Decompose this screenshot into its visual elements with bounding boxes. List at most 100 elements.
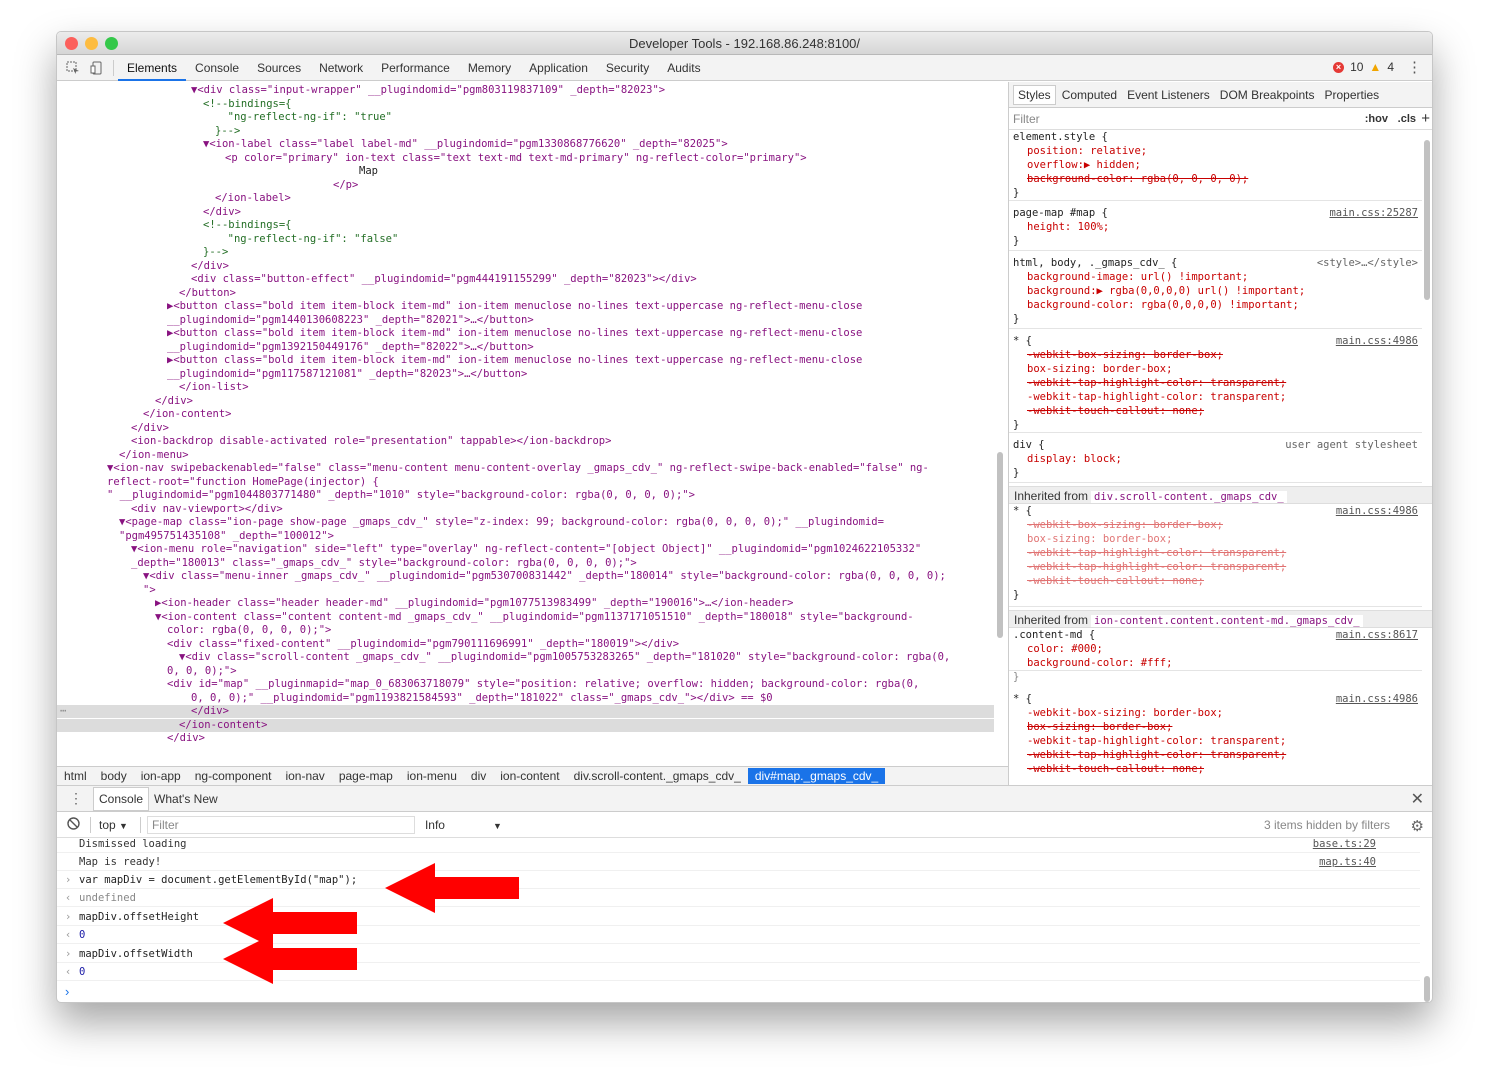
dom-node-line[interactable]: </button> xyxy=(179,287,236,300)
css-rule-line[interactable]: background:▶ rgba(0,0,0,0) url() !import… xyxy=(1027,284,1305,298)
css-rule-line[interactable]: } xyxy=(1013,418,1019,432)
dom-node-line[interactable]: </ion-menu> xyxy=(119,449,189,462)
dom-node-line[interactable]: </ion-label> xyxy=(215,192,291,205)
css-rule-line[interactable]: -webkit-tap-highlight-color: transparent… xyxy=(1027,734,1286,748)
css-source-link[interactable]: main.css:4986 xyxy=(1336,334,1418,348)
device-toggle-icon[interactable] xyxy=(85,56,109,80)
css-rule-line[interactable]: } xyxy=(1013,234,1019,248)
dom-node-line[interactable]: ▼<ion-label class="label label-md" __plu… xyxy=(203,138,728,151)
css-rule-line[interactable]: * { xyxy=(1013,692,1032,706)
css-rule-line[interactable]: -webkit-box-sizing: border-box; xyxy=(1027,518,1223,532)
dom-node-line[interactable]: <div class="fixed-content" __plugindomid… xyxy=(167,638,679,651)
css-rule-line[interactable]: -webkit-tap-highlight-color: transparent… xyxy=(1027,390,1286,404)
hov-button[interactable]: :hov xyxy=(1365,113,1388,125)
css-rule-line[interactable]: box-sizing: border-box; xyxy=(1027,362,1172,376)
tab-security[interactable]: Security xyxy=(597,55,658,81)
breadcrumb-item[interactable]: div.scroll-content._gmaps_cdv_ xyxy=(567,769,748,783)
dom-node-line[interactable]: 0, 0, 0);"> xyxy=(167,665,237,678)
drawer-menu-icon[interactable]: ⋮ xyxy=(69,790,83,807)
css-rule-line[interactable]: height: 100%; xyxy=(1027,220,1109,234)
css-rule-line[interactable]: box-sizing: border-box; xyxy=(1027,720,1172,734)
gear-icon[interactable]: ⚙ xyxy=(1411,817,1424,835)
issue-counts[interactable]: × 10 ▲ 4 xyxy=(1333,60,1394,74)
breadcrumb-item[interactable]: ng-component xyxy=(188,769,279,783)
context-select[interactable]: top ▼ xyxy=(99,818,128,832)
css-rule-line[interactable]: box-sizing: border-box; xyxy=(1027,532,1172,546)
css-source-link[interactable]: main.css:8617 xyxy=(1336,628,1418,642)
css-rule-line[interactable]: } xyxy=(1013,312,1019,326)
dom-node-line[interactable]: </ion-list> xyxy=(179,381,249,394)
inherited-selector[interactable]: div.scroll-content._gmaps_cdv_ xyxy=(1091,491,1287,503)
css-rule-line[interactable]: color: #000; xyxy=(1027,642,1103,656)
drawer-tab-console[interactable]: Console xyxy=(93,786,150,811)
css-rule-line[interactable]: } xyxy=(1013,186,1019,200)
dom-node-line[interactable]: </div> xyxy=(203,206,241,219)
breadcrumb-item[interactable]: body xyxy=(94,769,134,783)
css-rule-line[interactable]: display: block; xyxy=(1027,452,1122,466)
css-rule-line[interactable]: -webkit-touch-callout: none; xyxy=(1027,574,1204,588)
css-rule-line[interactable]: .content-md { xyxy=(1013,628,1095,642)
css-rule-line[interactable]: * { xyxy=(1013,504,1032,518)
console-filter-input[interactable]: Filter xyxy=(146,815,415,834)
drawer-tab-whats-new[interactable]: What's New xyxy=(149,788,223,810)
log-level-select[interactable]: Info ▼ xyxy=(425,818,502,832)
breadcrumb-item[interactable]: html xyxy=(57,769,94,783)
dom-node-line[interactable]: _depth="180013" class="_gmaps_cdv_" styl… xyxy=(131,557,637,570)
dom-node-line[interactable]: ▼<div class="menu-inner _gmaps_cdv_" __p… xyxy=(143,570,946,583)
dom-node-line[interactable]: <div class="button-effect" __plugindomid… xyxy=(191,273,697,286)
css-rule-line[interactable]: background-color: rgba(0,0,0,0) !importa… xyxy=(1027,298,1299,312)
dom-node-line[interactable]: }--> xyxy=(215,125,240,138)
styles-scrollbar[interactable] xyxy=(1424,140,1430,300)
dom-node-line[interactable]: </div> xyxy=(191,260,229,273)
dom-node-line[interactable]: ▼<ion-menu role="navigation" side="left"… xyxy=(131,543,921,556)
elements-tree[interactable]: ▼<div class="input-wrapper" __plugindomi… xyxy=(57,82,1008,766)
css-rule-line[interactable]: div { xyxy=(1013,438,1045,452)
tab-dom-breakpoints[interactable]: DOM Breakpoints xyxy=(1216,86,1319,104)
css-rule-line[interactable]: background-image: url() !important; xyxy=(1027,270,1248,284)
dom-node-line[interactable]: }--> xyxy=(203,246,228,259)
dom-node-line[interactable]: ▼<ion-nav swipebackenabled="false" class… xyxy=(107,462,929,475)
css-rule-line[interactable]: -webkit-tap-highlight-color: transparent… xyxy=(1027,560,1286,574)
dom-node-line[interactable]: <!--bindings={ xyxy=(203,98,292,111)
tab-performance[interactable]: Performance xyxy=(372,55,459,81)
dom-node-line[interactable]: ▶<ion-header class="header header-md" __… xyxy=(155,597,793,610)
breadcrumb-item[interactable]: ion-content xyxy=(493,769,566,783)
source-link[interactable]: base.ts:29 xyxy=(1313,835,1376,853)
styles-filter-input[interactable]: Filter xyxy=(1013,112,1040,126)
dom-node-line[interactable]: </div> xyxy=(57,705,994,718)
dom-node-line[interactable]: </div> xyxy=(155,395,193,408)
dom-node-line[interactable]: </ion-content> xyxy=(143,408,232,421)
css-rule-line[interactable]: position: relative; xyxy=(1027,144,1147,158)
dom-node-line[interactable]: Map xyxy=(359,165,378,178)
css-rule-line[interactable]: } xyxy=(1013,466,1019,480)
css-rule-line[interactable]: -webkit-box-sizing: border-box; xyxy=(1027,706,1223,720)
css-rule-line[interactable]: html, body, ._gmaps_cdv_ { xyxy=(1013,256,1177,270)
dom-node-line[interactable]: ▶<button class="bold item item-block ite… xyxy=(167,327,862,340)
inherited-selector[interactable]: ion-content.content.content-md._gmaps_cd… xyxy=(1091,615,1363,627)
dom-node-line[interactable]: </p> xyxy=(333,179,358,192)
dom-node-line[interactable]: <ion-backdrop disable-activated role="pr… xyxy=(131,435,611,448)
console-prompt[interactable]: › xyxy=(65,984,69,999)
elements-scrollbar[interactable] xyxy=(997,452,1003,638)
css-rule-line[interactable]: -webkit-touch-callout: none; xyxy=(1027,404,1204,418)
dom-node-line[interactable]: __plugindomid="pgm117587121081" _depth="… xyxy=(167,368,527,381)
css-source-link[interactable]: main.css:25287 xyxy=(1329,206,1418,220)
css-rule-line[interactable]: -webkit-tap-highlight-color: transparent… xyxy=(1027,376,1286,390)
close-drawer-icon[interactable]: ✕ xyxy=(1411,789,1424,809)
breadcrumb-item[interactable]: div#map._gmaps_cdv_ xyxy=(747,768,886,784)
dom-node-line[interactable]: " __plugindomid="pgm1044803771480" _dept… xyxy=(107,489,695,502)
dom-node-line[interactable]: ▶<button class="bold item item-block ite… xyxy=(167,354,862,367)
source-link[interactable]: map.ts:40 xyxy=(1319,853,1376,871)
dom-node-line[interactable]: "ng-reflect-ng-if": "true" xyxy=(215,111,392,124)
tab-event-listeners[interactable]: Event Listeners xyxy=(1123,86,1214,104)
breadcrumb-item[interactable]: page-map xyxy=(332,769,400,783)
breadcrumb-item[interactable]: ion-menu xyxy=(400,769,464,783)
dom-node-line[interactable]: ▼<div class="input-wrapper" __plugindomi… xyxy=(191,84,665,97)
breadcrumb-item[interactable]: ion-app xyxy=(134,769,188,783)
tab-sources[interactable]: Sources xyxy=(248,55,310,81)
dom-node-line[interactable]: </div> xyxy=(167,732,205,745)
css-source-link[interactable]: <style>…</style> xyxy=(1317,256,1418,270)
dom-node-line[interactable]: <!--bindings={ xyxy=(203,219,292,232)
css-source-link[interactable]: main.css:4986 xyxy=(1336,692,1418,706)
dom-node-line[interactable]: ▼<div class="scroll-content _gmaps_cdv_"… xyxy=(179,651,950,664)
